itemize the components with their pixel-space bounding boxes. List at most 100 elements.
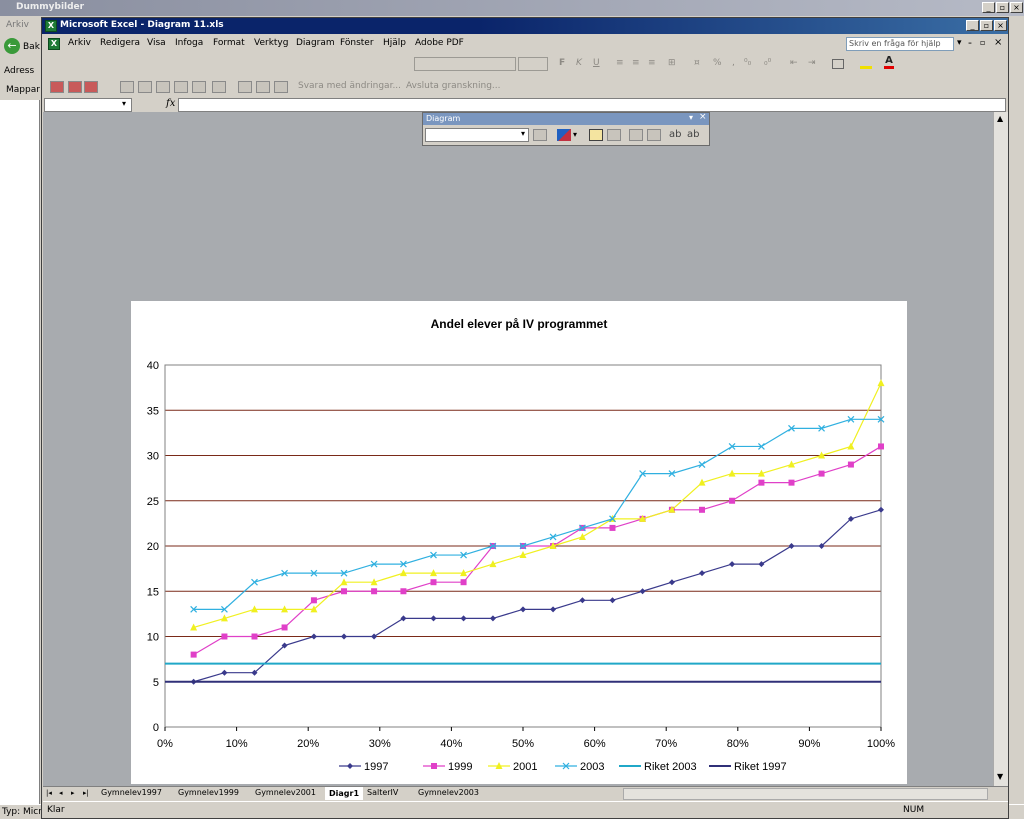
horizontal-scrollbar[interactable] [623,788,988,800]
decrease-indent-icon[interactable]: ⇤ [790,58,798,68]
menu-diagram[interactable]: Diagram [296,38,335,48]
excel-minimize-button[interactable]: _ [966,20,979,31]
sheet-tab-diagr1[interactable]: Diagr1 [325,787,364,800]
format-chart-area-icon[interactable] [533,129,547,141]
menu-arkiv[interactable]: Arkiv [68,38,91,48]
font-name-select[interactable] [414,57,516,71]
increase-decimal-icon[interactable]: ⁰₀ [744,58,751,68]
italic-button[interactable]: K [576,58,582,68]
next-sheet-icon[interactable]: ▸ [71,789,75,797]
chart-type-icon[interactable] [557,129,571,141]
data-table-icon[interactable] [607,129,621,141]
show-comment-icon[interactable] [174,81,188,93]
function-icon[interactable]: fx [166,98,175,109]
bold-button[interactable]: F [559,58,565,68]
task-icon[interactable] [238,81,252,93]
last-sheet-icon[interactable]: ▸| [83,789,89,797]
outer-restore-button[interactable]: ▫ [996,2,1009,13]
reply-with-changes-button[interactable]: Svara med ändringar... [298,81,401,91]
excel-window-title: Microsoft Excel - Diagram 11.xls [60,20,224,30]
chart-plot[interactable]: 0 5 10 15 20 25 30 35 40 0% 10% 20% 30% 40% 50% 60% 70% 8… [131,301,907,784]
underline-button[interactable]: U [593,58,600,68]
menu-visa[interactable]: Visa [147,38,166,48]
sheet-tab-salteriv[interactable]: SalterIV [367,788,398,797]
prev-comment-icon[interactable] [138,81,152,93]
font-size-select[interactable] [518,57,548,71]
borders-icon[interactable] [832,59,844,69]
diagram-toolbar-options-icon[interactable]: ▾ [689,113,693,122]
help-question-input[interactable]: Skriv en fråga för hjälp [846,37,954,51]
back-arrow-icon[interactable]: ← [4,38,20,54]
name-box[interactable] [44,98,132,112]
menu-format[interactable]: Format [213,38,245,48]
ink-icon[interactable] [212,81,226,93]
menu-infoga[interactable]: Infoga [175,38,203,48]
chart-objects-select[interactable] [425,128,529,142]
back-button-label[interactable]: Bak [23,42,40,52]
help-dropdown-icon[interactable]: ▾ [957,38,962,48]
angle-text-up-icon[interactable]: ab [687,129,699,140]
sheet-tab-gymnelev1997[interactable]: Gymnelev1997 [101,788,162,797]
doc-close-button[interactable]: × [994,37,1002,48]
menu-adobe-pdf[interactable]: Adobe PDF [415,38,464,48]
prev-sheet-icon[interactable]: ◂ [59,789,63,797]
send-mail-icon[interactable] [274,81,288,93]
outer-minimize-button[interactable]: _ [982,2,995,13]
end-review-button[interactable]: Avsluta granskning... [406,81,501,91]
namebox-dropdown-icon[interactable]: ▾ [122,99,126,108]
outer-folder-pane[interactable] [0,100,40,804]
doc-restore-button[interactable]: ▫ [980,38,985,47]
mail-recipient-icon[interactable] [256,81,270,93]
excel-restore-button[interactable]: ▫ [980,20,993,31]
y-tick-label: 0 [153,722,159,734]
track-changes-icon[interactable] [68,81,82,93]
comma-button[interactable]: , [732,58,735,68]
by-row-icon[interactable] [629,129,643,141]
chart-type-dropdown-icon[interactable]: ▾ [573,130,577,139]
increase-indent-icon[interactable]: ⇥ [808,58,816,68]
align-left-icon[interactable]: ≡ [616,58,624,68]
excel-window: X Microsoft Excel - Diagram 11.xls _ ▫ ×… [41,17,1009,819]
next-comment-icon[interactable] [156,81,170,93]
workbook-icon[interactable]: X [48,38,60,50]
point-1999 [788,479,795,486]
menu-fonster[interactable]: Fönster [340,38,374,48]
font-color-icon[interactable]: A [884,55,894,69]
menu-hjalp[interactable]: Hjälp [383,38,406,48]
currency-icon[interactable]: ¤ [694,58,700,68]
point-1997 [668,579,675,586]
excel-close-button[interactable]: × [994,20,1007,31]
diagram-toolbar-close-icon[interactable]: × [699,112,707,122]
by-column-icon[interactable] [647,129,661,141]
new-comment-icon[interactable] [120,81,134,93]
outer-close-button[interactable]: × [1010,2,1023,13]
chart-sheet[interactable]: Andel elever på IV programmet 0 5 10 15 20 25… [43,112,993,786]
chart-objects-dropdown-icon[interactable]: ▾ [521,129,525,138]
comment-icon[interactable] [50,81,64,93]
point-1999 [310,597,317,604]
chart-area[interactable]: Andel elever på IV programmet 0 5 10 15 20 25… [131,301,907,784]
scroll-down-icon[interactable]: ▼ [997,772,1003,781]
outer-menu-arkiv[interactable]: Arkiv [6,20,29,30]
show-all-comments-icon[interactable] [192,81,206,93]
delete-comment-icon[interactable] [84,81,98,93]
menu-redigera[interactable]: Redigera [100,38,140,48]
sheet-tab-gymnelev2001[interactable]: Gymnelev2001 [255,788,316,797]
sheet-tab-gymnelev1999[interactable]: Gymnelev1999 [178,788,239,797]
doc-minimize-button[interactable]: - [968,36,972,49]
formula-input[interactable] [178,98,1006,112]
sheet-tab-gymnelev2003[interactable]: Gymnelev2003 [418,788,479,797]
merge-center-icon[interactable]: ⊞ [668,58,676,68]
angle-text-down-icon[interactable]: ab [669,129,681,140]
fill-color-icon[interactable] [860,57,872,69]
scroll-up-icon[interactable]: ▲ [997,114,1003,123]
align-center-icon[interactable]: ≡ [632,58,640,68]
first-sheet-icon[interactable]: |◂ [46,789,52,797]
vertical-scrollbar[interactable]: ▲ ▼ [993,112,1008,786]
legend-icon[interactable] [589,129,603,141]
menu-verktyg[interactable]: Verktyg [254,38,288,48]
decrease-decimal-icon[interactable]: ₀⁰ [764,58,771,68]
point-1997 [788,543,795,549]
percent-button[interactable]: % [713,58,722,68]
align-right-icon[interactable]: ≡ [648,58,656,68]
